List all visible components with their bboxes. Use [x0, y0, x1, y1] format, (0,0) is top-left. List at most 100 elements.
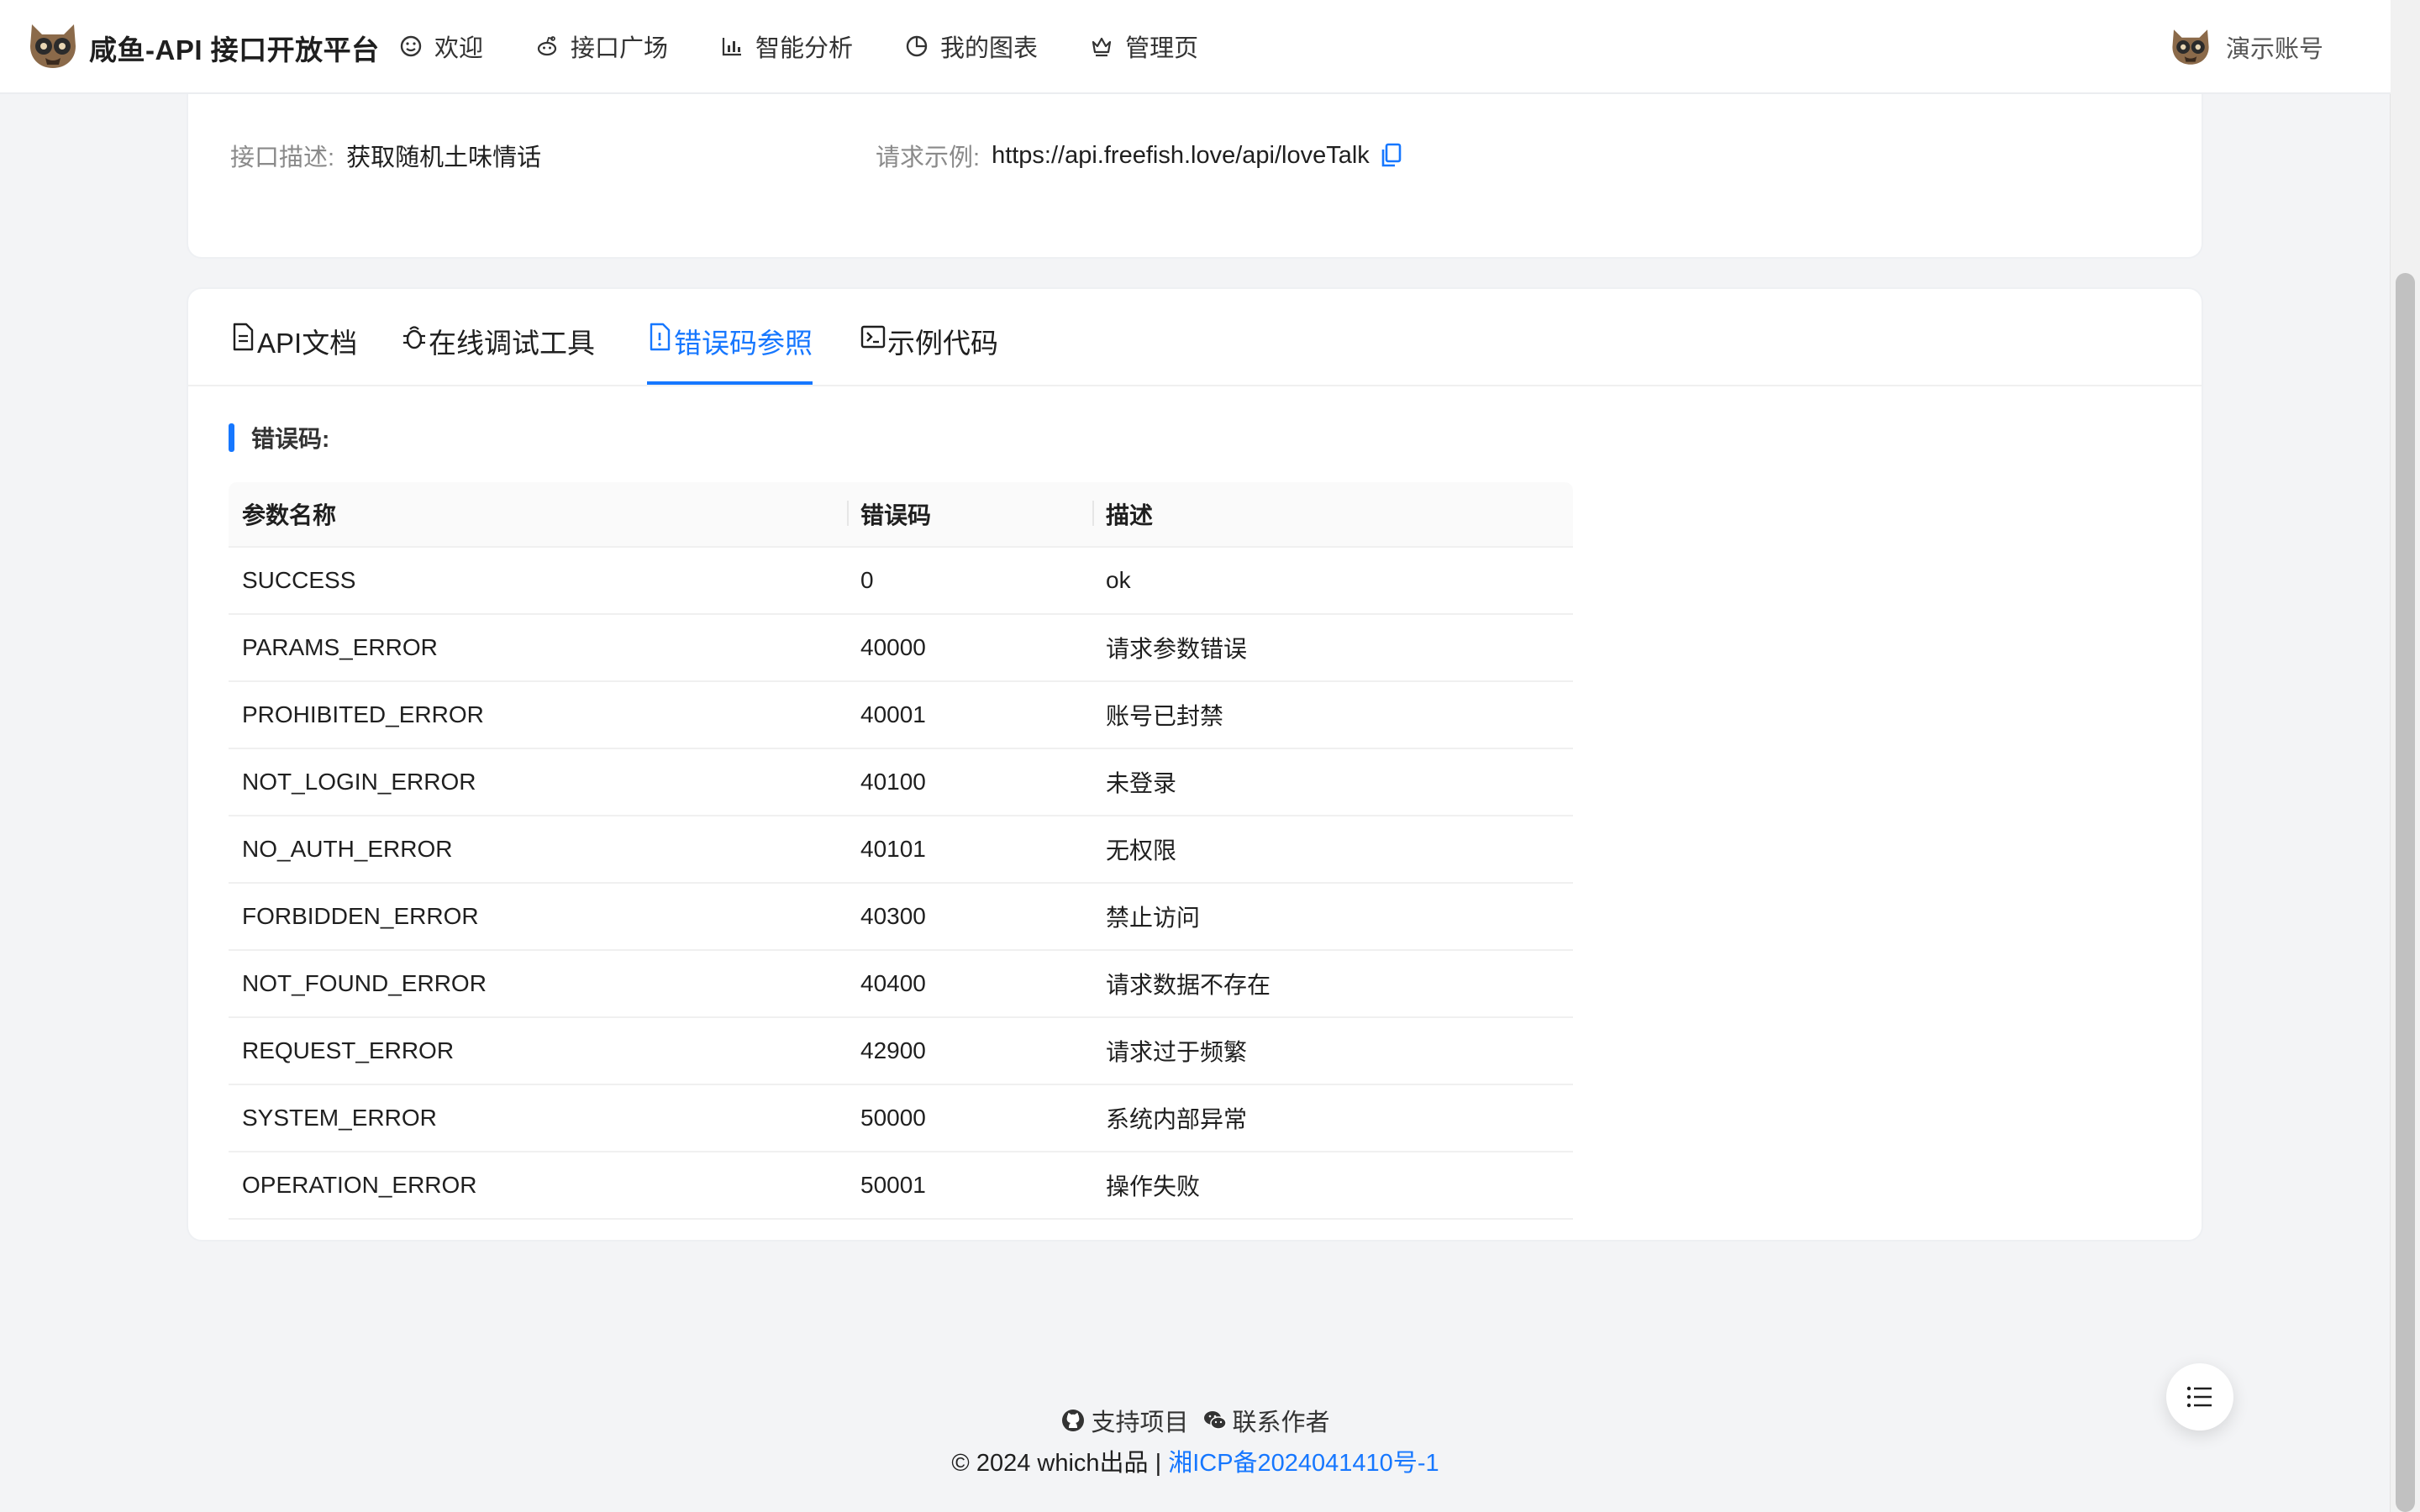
param-name-cell: NOT_LOGIN_ERROR [242, 769, 476, 795]
brand-title[interactable]: 咸鱼-API 接口开放平台 [89, 28, 380, 68]
param-name-cell: NO_AUTH_ERROR [242, 836, 453, 862]
pie-chart-icon [906, 35, 928, 57]
param-name-cell: PROHIBITED_ERROR [242, 701, 484, 727]
copyright-text: © 2024 which出品 | [951, 1450, 1162, 1477]
error-code-cell: 40000 [860, 634, 926, 660]
reddit-icon [537, 36, 557, 56]
description-cell: 请求参数错误 [1106, 636, 1248, 662]
request-example: 请求示例: https://api.freefish.love/api/love… [876, 138, 1403, 173]
tab-label: 在线调试工具 [429, 328, 595, 359]
table-row: PARAMS_ERROR 40000 请求参数错误 [229, 615, 1573, 682]
nav-label: 欢迎 [434, 35, 484, 62]
error-code-cell: 40400 [860, 970, 926, 996]
icp-link[interactable]: 湘ICP备2024041410号-1 [1168, 1450, 1439, 1477]
nav-item-my-charts[interactable]: 我的图表 [905, 29, 1038, 64]
column-header: 参数名称 [242, 502, 337, 528]
table-row: FORBIDDEN_ERROR 40300 禁止访问 [229, 884, 1573, 951]
error-code-cell: 40101 [860, 836, 926, 862]
description-cell: 禁止访问 [1106, 905, 1201, 931]
param-name-cell: OPERATION_ERROR [242, 1172, 477, 1198]
column-header: 描述 [1092, 497, 1573, 531]
table-row: PROHIBITED_ERROR 40001 账号已封禁 [229, 682, 1573, 749]
tab-sample-code[interactable]: 示例代码 [860, 321, 998, 385]
logo-icon[interactable] [27, 21, 79, 71]
nav-item-admin[interactable]: 管理页 [1090, 29, 1198, 64]
table-row: SYSTEM_ERROR 50000 系统内部异常 [229, 1085, 1573, 1152]
api-tabs-card: API文档 在线调试工具 错误码参照 示例代码 错误码: 参数名称 错误码 描述… [187, 287, 2203, 1242]
nav-item-welcome[interactable]: 欢迎 [399, 29, 483, 64]
nav-label: 智能分析 [755, 35, 854, 62]
scrollbar-thumb[interactable] [2396, 273, 2415, 1512]
table-row: NOT_FOUND_ERROR 40400 请求数据不存在 [229, 951, 1573, 1018]
error-code-cell: 50000 [860, 1105, 926, 1131]
param-name-cell: SUCCESS [242, 567, 356, 593]
nav-item-api-square[interactable]: 接口广场 [535, 29, 668, 64]
footer-links: 支持项目 联系作者 [0, 1403, 2391, 1438]
copy-icon[interactable] [1380, 143, 1403, 168]
description-cell: 账号已封禁 [1106, 703, 1224, 729]
error-code-table: 参数名称 错误码 描述 SUCCESS 0 ok PARAMS_ERROR 40… [229, 482, 1573, 1220]
table-row: NO_AUTH_ERROR 40101 无权限 [229, 816, 1573, 884]
tab-online-debug[interactable]: 在线调试工具 [402, 321, 595, 385]
contact-label: 联系作者 [1232, 1410, 1330, 1436]
error-code-cell: 40100 [860, 769, 926, 795]
bug-icon [403, 326, 425, 349]
param-name-cell: FORBIDDEN_ERROR [242, 903, 479, 929]
list-icon [2186, 1386, 2212, 1408]
section-title: 错误码: [229, 423, 329, 452]
section-title-text: 错误码: [251, 426, 330, 452]
description-cell: 请求数据不存在 [1106, 972, 1271, 998]
table-row: OPERATION_ERROR 50001 操作失败 [229, 1152, 1573, 1220]
request-example-url: https://api.freefish.love/api/loveTalk [992, 141, 1370, 169]
float-menu-button[interactable] [2166, 1363, 2233, 1431]
section-accent-bar [229, 423, 234, 452]
tab-label: 示例代码 [887, 328, 998, 359]
wechat-icon [1203, 1411, 1227, 1430]
copyright: © 2024 which出品 | 湘ICP备2024041410号-1 [0, 1443, 2391, 1478]
description-cell: 请求过于频繁 [1106, 1039, 1248, 1065]
description-cell: 操作失败 [1106, 1173, 1201, 1200]
username: 演示账号 [2225, 36, 2323, 63]
error-code-cell: 0 [860, 567, 874, 593]
file-text-icon [233, 323, 254, 351]
param-name-cell: PARAMS_ERROR [242, 634, 438, 660]
nav-label: 接口广场 [571, 35, 669, 62]
nav-label: 管理页 [1125, 35, 1199, 62]
table-row: SUCCESS 0 ok [229, 548, 1573, 615]
param-name-cell: SYSTEM_ERROR [242, 1105, 437, 1131]
tab-api-docs[interactable]: API文档 [230, 321, 357, 385]
description-value: 获取随机土味情话 [346, 144, 542, 171]
description-cell: 未登录 [1106, 770, 1177, 796]
tab-bar: API文档 在线调试工具 错误码参照 示例代码 [188, 289, 2202, 386]
column-header: 错误码 [847, 497, 1092, 531]
request-example-label: 请求示例: [876, 144, 981, 171]
bar-chart-icon [722, 38, 742, 56]
github-icon [1062, 1410, 1085, 1431]
contact-author-link[interactable]: 联系作者 [1202, 1403, 1330, 1438]
description-cell: 无权限 [1106, 837, 1177, 864]
crown-icon [1092, 37, 1112, 57]
vertical-scrollbar[interactable] [2390, 0, 2420, 1512]
tab-label: API文档 [257, 328, 358, 359]
support-project-link[interactable]: 支持项目 [1060, 1403, 1189, 1438]
param-name-cell: NOT_FOUND_ERROR [242, 970, 487, 996]
nav-item-analysis[interactable]: 智能分析 [720, 29, 853, 64]
support-label: 支持项目 [1091, 1410, 1189, 1436]
error-code-cell: 42900 [860, 1037, 926, 1063]
main-nav: 欢迎 接口广场 智能分析 我的图表 管理页 [399, 0, 1250, 92]
table-row: NOT_LOGIN_ERROR 40100 未登录 [229, 749, 1573, 816]
code-icon [860, 325, 886, 349]
error-code-cell: 40300 [860, 903, 926, 929]
user-menu[interactable]: 演示账号 [2169, 27, 2323, 67]
top-navbar: 咸鱼-API 接口开放平台 欢迎 接口广场 智能分析 我的图表 管理页 演示账号 [0, 0, 2391, 94]
tab-error-codes[interactable]: 错误码参照 [647, 321, 813, 385]
description-cell: ok [1106, 567, 1131, 593]
table-row: REQUEST_ERROR 42900 请求过于频繁 [229, 1018, 1573, 1085]
description-label: 接口描述: [230, 144, 335, 171]
error-code-cell: 40001 [860, 701, 926, 727]
description-cell: 系统内部异常 [1106, 1106, 1248, 1132]
file-exclamation-icon [650, 323, 671, 351]
param-name-cell: REQUEST_ERROR [242, 1037, 455, 1063]
nav-label: 我的图表 [940, 35, 1039, 62]
error-code-cell: 50001 [860, 1172, 926, 1198]
